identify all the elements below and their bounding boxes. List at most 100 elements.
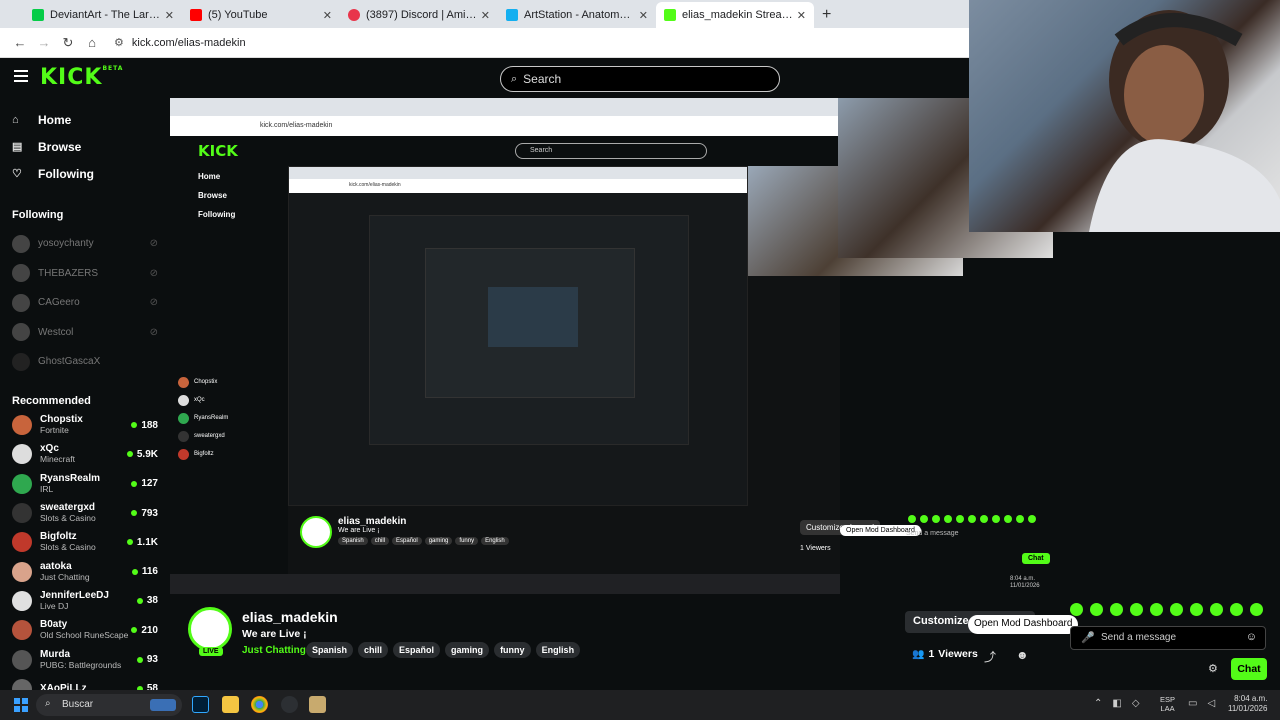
site-info-icon[interactable]: ⚙ <box>114 36 124 49</box>
nested-kick-logo: KICK <box>198 142 238 160</box>
recommended-section-title: Recommended <box>12 394 91 407</box>
streamer-name[interactable]: elias_madekin <box>242 609 338 625</box>
search-input[interactable]: ⌕ Search <box>500 66 780 92</box>
avatar <box>12 323 30 342</box>
streamer-avatar[interactable]: LIVE <box>188 607 232 656</box>
channel-name: xQc <box>40 443 59 455</box>
chat-input[interactable]: 🎤 Send a message ☺ <box>1070 626 1266 650</box>
volume-icon[interactable]: ◁ <box>1207 698 1215 709</box>
following-item[interactable]: GhostGascaX <box>0 347 170 377</box>
emote-icon[interactable] <box>1230 603 1243 616</box>
league-icon[interactable] <box>309 696 326 713</box>
emote-icon[interactable] <box>1110 603 1123 616</box>
close-tab-icon[interactable]: ✕ <box>639 9 648 22</box>
emote-icon[interactable] <box>1150 603 1163 616</box>
browser-tab[interactable]: (3897) Discord | Amigos ✕ <box>340 2 498 28</box>
chrome-icon[interactable] <box>251 696 268 713</box>
taskbar-search[interactable]: ⌕ Buscar <box>36 694 182 716</box>
home-browser-icon[interactable]: ⌂ <box>80 35 104 50</box>
browser-tab[interactable]: DeviantArt - The Largest Online ✕ <box>24 2 182 28</box>
following-item[interactable]: THEBAZERS ⊘ <box>0 259 170 289</box>
following-item[interactable]: Westcol ⊘ <box>0 318 170 348</box>
browser-tab-active[interactable]: elias_madekin Stream - Watch L ✕ <box>656 2 814 28</box>
chat-settings-icon[interactable]: ⚙ <box>1208 662 1218 675</box>
tab-title: ArtStation - Anatomy For Sculp <box>524 9 635 21</box>
windows-taskbar: ⌕ Buscar ⌃ ◧ ◇ ESP LAA ▭ ◁ 8:04 a.m. 11/01… <box>0 690 1280 720</box>
nested-taskbar <box>170 574 840 594</box>
tray-app-icon[interactable]: ◇ <box>1132 698 1140 709</box>
nav-label: Home <box>38 112 72 127</box>
close-tab-icon[interactable]: ✕ <box>323 9 332 22</box>
stream-category-link[interactable]: Just Chatting <box>242 645 306 656</box>
avatar <box>300 516 332 548</box>
following-item[interactable]: CAGeero ⊘ <box>0 288 170 318</box>
recommended-item[interactable]: Bigfoltz Slots & Casino 1.1K <box>0 528 170 557</box>
emote-icon[interactable] <box>1070 603 1083 616</box>
kick-logo[interactable]: KICKBETA <box>40 65 123 90</box>
browser-tab[interactable]: ArtStation - Anatomy For Sculp ✕ <box>498 2 656 28</box>
search-highlight-image <box>150 699 176 711</box>
live-dot-icon <box>136 656 143 663</box>
deviantart-favicon-icon <box>32 9 44 21</box>
discord-app-icon[interactable] <box>281 696 298 713</box>
emote-icon[interactable] <box>1250 603 1263 616</box>
nav-browse[interactable]: ▤ Browse <box>0 133 170 160</box>
back-icon[interactable]: ← <box>8 35 32 50</box>
emote-icon[interactable] <box>1090 603 1103 616</box>
taskbar-clock[interactable]: 8:04 a.m. 11/01/2026 <box>1228 694 1267 714</box>
chat-send-button[interactable]: Chat <box>1231 658 1267 680</box>
system-tray: ⌃ ◧ ◇ <box>1094 698 1140 709</box>
channel-category: PUBG: Battlegrounds <box>40 659 122 670</box>
microphone-icon[interactable]: 🎤 <box>1081 631 1095 644</box>
tag-chip[interactable]: English <box>535 642 581 658</box>
avatar <box>12 444 32 465</box>
recommended-item[interactable]: aatoka Just Chatting 116 <box>0 557 170 586</box>
emote-icon[interactable] <box>1130 603 1143 616</box>
emoji-icon[interactable]: ☺ <box>1246 631 1257 643</box>
avatar <box>12 293 30 312</box>
emote-icon[interactable] <box>1190 603 1203 616</box>
artstation-favicon-icon <box>506 9 518 21</box>
forward-icon[interactable]: → <box>32 35 56 50</box>
recommended-item[interactable]: RyansRealm IRL 127 <box>0 469 170 498</box>
heart-icon: ♡ <box>12 168 22 180</box>
nested-search: Search <box>515 143 707 159</box>
reload-icon[interactable]: ↻ <box>56 35 80 51</box>
share-icon[interactable]: ⤴ <box>984 648 996 665</box>
new-tab-icon[interactable]: + <box>822 2 831 28</box>
windows-start-icon[interactable] <box>14 698 28 712</box>
recommended-item[interactable]: xQc Minecraft 5.9K <box>0 440 170 469</box>
recommended-item[interactable]: Chopstix Fortnite 188 <box>0 411 170 440</box>
emote-icon[interactable] <box>1170 603 1183 616</box>
emote-icon[interactable] <box>1210 603 1223 616</box>
mod-dashboard-icon[interactable]: ☻ <box>1016 648 1029 662</box>
viewer-count: 127 <box>131 478 158 489</box>
close-tab-icon[interactable]: ✕ <box>797 9 806 22</box>
tag-chip[interactable]: funny <box>494 642 531 658</box>
photoshop-icon[interactable] <box>192 696 209 713</box>
recommended-item[interactable]: B0aty Old School RuneScape 210 <box>0 616 170 645</box>
language-indicator[interactable]: ESP LAA <box>1160 695 1175 713</box>
url-field[interactable]: ⚙ kick.com/elias-madekin <box>114 36 246 50</box>
network-icon[interactable]: ▭ <box>1188 698 1197 709</box>
close-tab-icon[interactable]: ✕ <box>481 9 490 22</box>
tag-chip[interactable]: gaming <box>445 642 490 658</box>
tray-up-icon[interactable]: ⌃ <box>1094 698 1102 709</box>
recommended-item[interactable]: JenniferLeeDJ Live DJ 38 <box>0 586 170 615</box>
recommended-item[interactable]: Murda PUBG: Battlegrounds 93 <box>0 645 170 674</box>
tray-app-icon[interactable]: ◧ <box>1112 698 1121 709</box>
tag-chip[interactable]: Español <box>393 642 441 658</box>
nav-following[interactable]: ♡ Following <box>0 160 170 187</box>
nav-home[interactable]: ⌂ Home <box>0 106 170 133</box>
channel-category: IRL <box>40 483 54 494</box>
following-item[interactable]: yosoychanty ⊘ <box>0 229 170 259</box>
menu-icon[interactable] <box>14 70 28 82</box>
tag-chip[interactable]: chill <box>358 642 389 658</box>
file-explorer-icon[interactable] <box>222 696 239 713</box>
browser-tab[interactable]: (5) YouTube ✕ <box>182 2 340 28</box>
close-tab-icon[interactable]: ✕ <box>165 9 174 22</box>
recommended-item[interactable]: sweatergxd Slots & Casino 793 <box>0 498 170 527</box>
channel-name: sweatergxd <box>40 502 96 514</box>
channel-name: Murda <box>40 648 70 660</box>
tag-chip[interactable]: Spanish <box>306 642 354 658</box>
